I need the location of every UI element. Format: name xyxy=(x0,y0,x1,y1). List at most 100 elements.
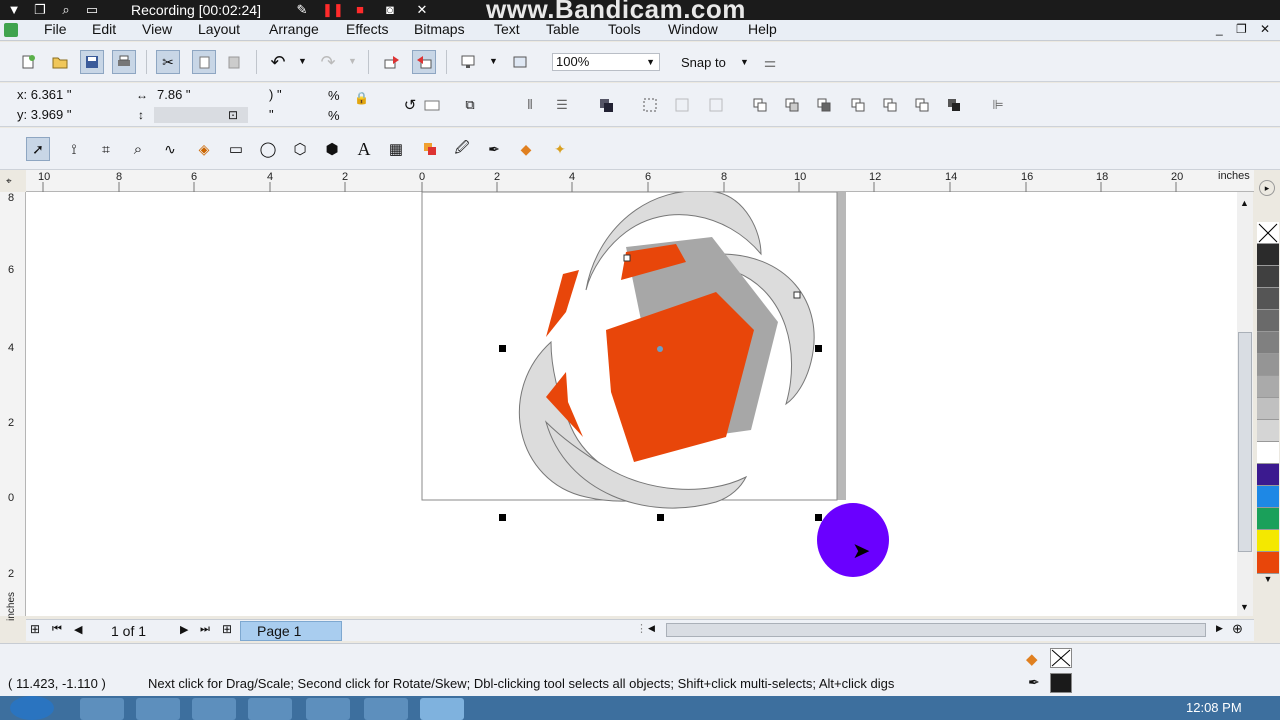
eyedropper-icon[interactable]: 🖉 xyxy=(450,137,474,161)
restore-icon[interactable]: ❐ xyxy=(1236,22,1247,36)
menu-text[interactable]: Text xyxy=(494,21,520,37)
palette-swatch[interactable] xyxy=(1257,552,1279,574)
palette-swatch[interactable] xyxy=(1257,420,1279,442)
palette-swatch[interactable] xyxy=(1257,376,1279,398)
back-minus-front-icon[interactable] xyxy=(910,93,934,117)
menu-edit[interactable]: Edit xyxy=(92,21,116,37)
y-position-field[interactable]: y: 3.969 " xyxy=(14,107,128,125)
distribute-icon[interactable]: ⫴ xyxy=(518,93,542,117)
open-folder-icon[interactable] xyxy=(48,50,72,74)
save-icon[interactable] xyxy=(80,50,104,74)
palette-swatch[interactable] xyxy=(1257,530,1279,552)
ellipse-tool-icon[interactable]: ◯ xyxy=(256,137,280,161)
alignment-options-icon[interactable]: ⊫ xyxy=(986,93,1010,117)
polygon-tool-icon[interactable]: ⬡ xyxy=(288,137,312,161)
taskbar-recorder-icon[interactable] xyxy=(306,698,350,720)
palette-swatch[interactable] xyxy=(1257,486,1279,508)
pick-tool-icon[interactable]: ➚ xyxy=(26,137,50,161)
weld-icon[interactable] xyxy=(748,93,772,117)
first-page-icon[interactable]: ⏮ xyxy=(52,623,62,636)
crop-tool-icon[interactable]: ⌗ xyxy=(94,137,118,161)
zoom-tool-icon[interactable]: ⌕ xyxy=(126,137,150,161)
palette-swatch[interactable] xyxy=(1257,288,1279,310)
zoom-navigator-icon[interactable]: ⊕ xyxy=(1232,621,1243,637)
combine-icon[interactable] xyxy=(638,93,662,117)
pause-icon[interactable]: ❚❚ xyxy=(322,2,344,18)
minimize-icon[interactable]: _ xyxy=(1216,22,1223,36)
start-button[interactable] xyxy=(10,696,54,720)
print-icon[interactable] xyxy=(112,50,136,74)
launcher-dropdown-icon[interactable]: ▼ xyxy=(489,56,498,66)
region-icon[interactable]: ▭ xyxy=(84,2,100,18)
lock-ratio-icon[interactable]: 🔒 xyxy=(354,91,369,105)
camera-icon[interactable]: ◙ xyxy=(382,2,398,18)
taskbar-coreldraw-icon[interactable] xyxy=(420,698,464,720)
export-icon[interactable] xyxy=(412,50,436,74)
palette-swatch[interactable] xyxy=(1257,508,1279,530)
palette-swatch[interactable] xyxy=(1257,266,1279,288)
menu-table[interactable]: Table xyxy=(546,21,579,37)
splitter-handle[interactable]: ⋮ xyxy=(636,622,647,635)
ruler-origin-icon[interactable]: ⌖ xyxy=(6,176,12,187)
vertical-scrollbar[interactable]: ▲ ▼ xyxy=(1237,192,1253,616)
smart-fill-icon[interactable]: ◈ xyxy=(192,137,216,161)
width-field[interactable]: 7.86 " xyxy=(154,87,248,105)
menu-layout[interactable]: Layout xyxy=(198,21,240,37)
scroll-right-icon[interactable]: ▶ xyxy=(1216,623,1223,634)
page-tab-1[interactable]: Page 1 xyxy=(240,621,342,641)
outline-pen-icon[interactable]: ✒ xyxy=(482,137,506,161)
close-doc-icon[interactable]: ✕ xyxy=(1260,22,1270,36)
text-tool-icon[interactable]: A xyxy=(352,137,376,161)
menu-file[interactable]: File xyxy=(44,21,67,37)
menu-chevron-icon[interactable]: ▼ xyxy=(6,2,22,18)
front-minus-back-icon[interactable] xyxy=(878,93,902,117)
welcome-screen-icon[interactable] xyxy=(508,50,532,74)
palette-swatch[interactable] xyxy=(1257,398,1279,420)
drawing-canvas[interactable]: ➤ xyxy=(26,192,1237,616)
basic-shapes-icon[interactable]: ⬢ xyxy=(320,137,344,161)
new-document-icon[interactable] xyxy=(16,50,40,74)
stop-icon[interactable]: ■ xyxy=(352,2,368,18)
menu-bitmaps[interactable]: Bitmaps xyxy=(414,21,465,37)
taskbar-explorer-icon[interactable] xyxy=(136,698,180,720)
snap-to-dropdown[interactable]: Snap to xyxy=(681,55,726,70)
prev-page-icon[interactable]: ◀ xyxy=(74,623,82,636)
horizontal-scroll-thumb[interactable] xyxy=(666,623,1206,637)
trim-icon[interactable] xyxy=(780,93,804,117)
interactive-fill-icon[interactable]: ✦ xyxy=(548,137,572,161)
paste-icon[interactable] xyxy=(222,50,246,74)
vertical-scroll-thumb[interactable] xyxy=(1238,332,1252,552)
ungroup-icon[interactable] xyxy=(704,93,728,117)
table-tool-icon[interactable]: ▦ xyxy=(384,137,408,161)
shape-tool-icon[interactable]: ⟟ xyxy=(62,137,86,161)
scale-x-field[interactable]: ) " xyxy=(266,87,326,105)
undo-icon[interactable]: ↶ xyxy=(266,50,290,74)
menu-arrange[interactable]: Arrange xyxy=(269,21,319,37)
close-icon[interactable]: ✕ xyxy=(414,2,430,18)
palette-swatch[interactable] xyxy=(1257,354,1279,376)
add-page-after-icon[interactable]: ⊞ xyxy=(222,622,232,636)
menu-view[interactable]: View xyxy=(142,21,172,37)
next-page-icon[interactable]: ▶ xyxy=(180,623,188,636)
menu-effects[interactable]: Effects xyxy=(346,21,389,37)
palette-swatch[interactable] xyxy=(1257,332,1279,354)
mirror-icon[interactable] xyxy=(420,93,444,117)
fill-none-swatch[interactable] xyxy=(1050,648,1072,668)
scroll-up-icon[interactable]: ▲ xyxy=(1240,198,1249,208)
scroll-left-icon[interactable]: ◀ xyxy=(648,623,655,634)
window-restore-icon[interactable]: ❐ xyxy=(32,2,48,18)
palette-scroll-down-icon[interactable]: ▼ xyxy=(1256,574,1280,584)
pencil-icon[interactable]: ✎ xyxy=(294,2,310,18)
simplify-icon[interactable] xyxy=(846,93,870,117)
add-page-before-icon[interactable]: ⊞ xyxy=(30,622,40,636)
import-icon[interactable] xyxy=(380,50,404,74)
taskbar-chrome-icon[interactable] xyxy=(364,698,408,720)
cut-icon[interactable]: ✂ xyxy=(156,50,180,74)
palette-swatch[interactable] xyxy=(1257,310,1279,332)
order-icon[interactable]: ☰ xyxy=(550,93,574,117)
taskbar-ie-icon[interactable] xyxy=(80,698,124,720)
x-position-field[interactable]: x: 6.361 " xyxy=(14,87,128,105)
break-apart-icon[interactable] xyxy=(670,93,694,117)
search-icon[interactable]: ⌕ xyxy=(58,2,74,18)
menu-window[interactable]: Window xyxy=(668,21,718,37)
